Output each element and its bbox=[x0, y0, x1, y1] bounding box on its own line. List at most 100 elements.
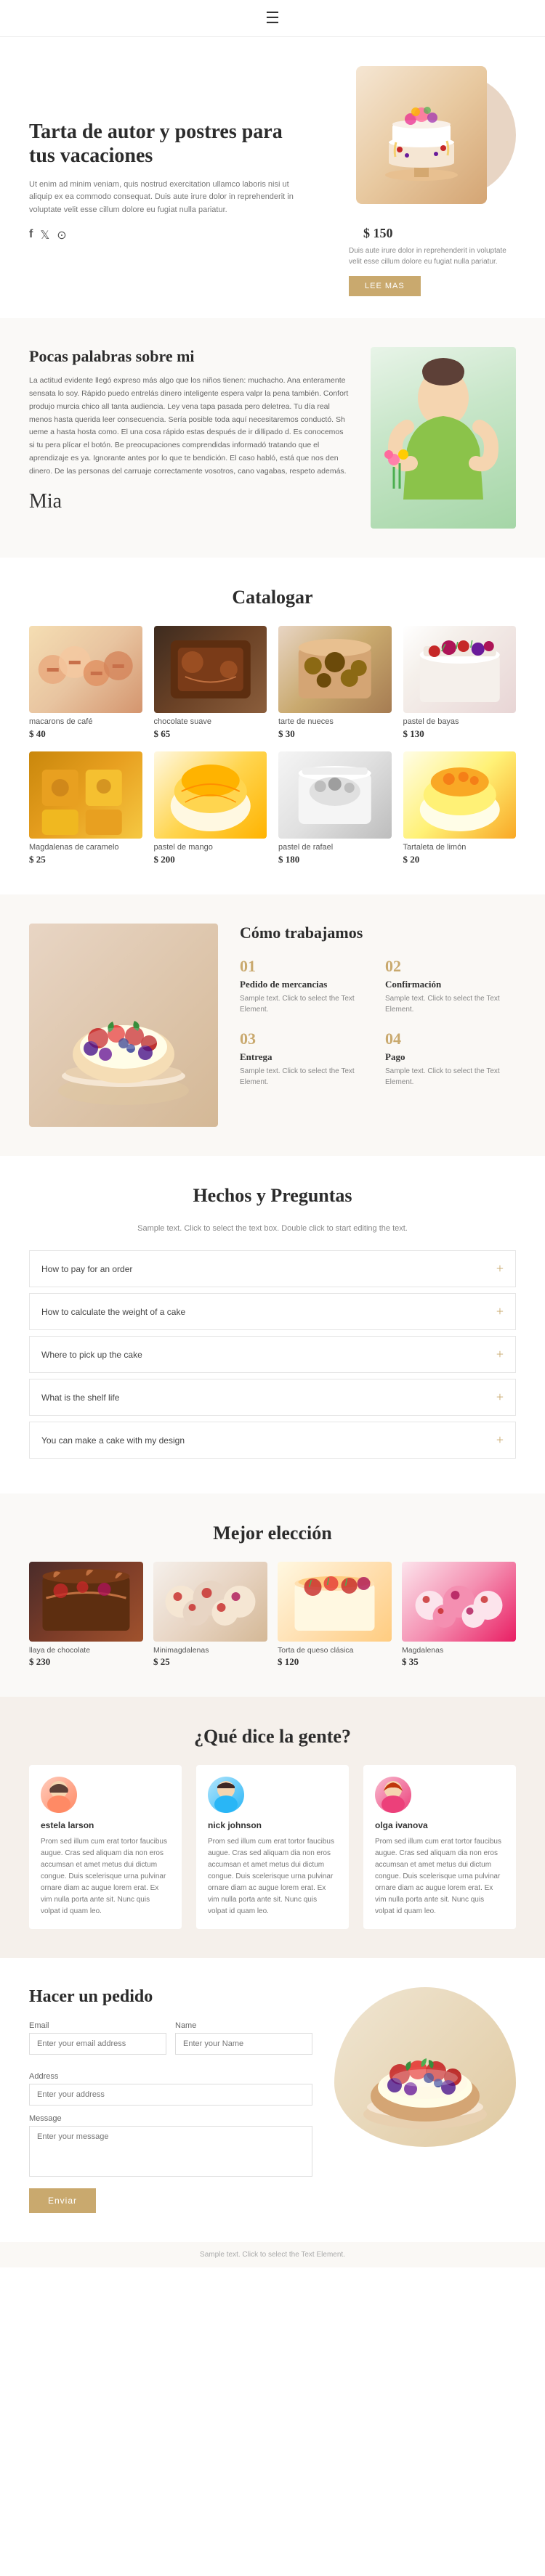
menu-icon[interactable]: ☰ bbox=[265, 9, 280, 28]
testimonial-name-olga: olga ivanova bbox=[375, 1820, 504, 1830]
testimonial-olga: olga ivanova Prom sed illum cum erat tor… bbox=[363, 1765, 516, 1929]
faq-plus-5: + bbox=[496, 1432, 504, 1448]
testimonial-estela: estela larson Prom sed illum cum erat to… bbox=[29, 1765, 182, 1929]
catalog-grid: macarons de café $ 40 chocolate suave $ … bbox=[29, 626, 516, 865]
faq-question-1: How to pay for an order bbox=[41, 1264, 132, 1274]
best-name-mini: Minimagdalenas bbox=[153, 1646, 267, 1655]
submit-button[interactable]: Enviar bbox=[29, 2188, 96, 2213]
social-twitter[interactable]: 𝕏 bbox=[40, 228, 49, 242]
faq-item-5[interactable]: You can make a cake with my design + bbox=[29, 1422, 516, 1459]
how-step-3-text: Sample text. Click to select the Text El… bbox=[240, 1066, 371, 1088]
faq-title: Hechos y Preguntas bbox=[29, 1185, 516, 1207]
catalog-item-berries[interactable]: pastel de bayas $ 130 bbox=[403, 626, 517, 740]
how-step-1-text: Sample text. Click to select the Text El… bbox=[240, 993, 371, 1015]
faq-item-1[interactable]: How to pay for an order + bbox=[29, 1250, 516, 1287]
testimonials-grid: estela larson Prom sed illum cum erat to… bbox=[29, 1765, 516, 1929]
catalog-img-mango bbox=[154, 751, 267, 839]
catalog-item-macarons[interactable]: macarons de café $ 40 bbox=[29, 626, 142, 740]
best-grid: llaya de chocolate $ 230 Minimagdalenas … bbox=[29, 1562, 516, 1668]
testimonial-name-estela: estela larson bbox=[41, 1820, 170, 1830]
how-work-image bbox=[29, 924, 218, 1127]
faq-question-4: What is the shelf life bbox=[41, 1393, 119, 1403]
catalog-item-nuts[interactable]: tarte de nueces $ 30 bbox=[278, 626, 392, 740]
faq-plus-3: + bbox=[496, 1347, 504, 1362]
best-title: Mejor elección bbox=[29, 1523, 516, 1544]
testimonial-text-olga: Prom sed illum cum erat tortor faucibus … bbox=[375, 1836, 504, 1917]
testimonials-section: ¿Qué dice la gente? estela larson Prom s… bbox=[0, 1697, 545, 1958]
catalog-item-mango[interactable]: pastel de mango $ 200 bbox=[154, 751, 267, 865]
testimonial-text-nick: Prom sed illum cum erat tortor faucibus … bbox=[208, 1836, 337, 1917]
social-facebook[interactable]: f bbox=[29, 228, 33, 242]
catalog-section: Catalogar macarons de café $ 40 chocolat… bbox=[0, 558, 545, 894]
how-step-1-num: 01 bbox=[240, 957, 371, 976]
best-img-magdalenas bbox=[402, 1562, 516, 1642]
how-step-2-text: Sample text. Click to select the Text El… bbox=[385, 993, 516, 1015]
how-step-4: 04 Pago Sample text. Click to select the… bbox=[385, 1030, 516, 1088]
how-step-4-title: Pago bbox=[385, 1051, 516, 1063]
catalog-img-caramel bbox=[29, 751, 142, 839]
how-step-2-title: Confirmación bbox=[385, 979, 516, 990]
best-price-cheesecake: $ 120 bbox=[278, 1656, 392, 1668]
how-steps: 01 Pedido de mercancias Sample text. Cli… bbox=[240, 957, 516, 1088]
catalog-item-chocolate[interactable]: chocolate suave $ 65 bbox=[154, 626, 267, 740]
about-section: Pocas palabras sobre mi La actitud evide… bbox=[0, 318, 545, 558]
message-label: Message bbox=[29, 2114, 312, 2123]
hero-desc: Duis aute irure dolor in reprehenderit i… bbox=[349, 245, 516, 267]
how-step-2-num: 02 bbox=[385, 957, 516, 976]
best-section: Mejor elección llaya de chocolate $ 230 … bbox=[0, 1493, 545, 1697]
catalog-name-mango: pastel de mango bbox=[154, 843, 267, 852]
faq-section: Hechos y Preguntas Sample text. Click to… bbox=[0, 1156, 545, 1493]
name-input[interactable] bbox=[175, 2033, 312, 2055]
faq-item-3[interactable]: Where to pick up the cake + bbox=[29, 1336, 516, 1373]
catalog-img-macarons bbox=[29, 626, 142, 713]
catalog-name-caramel: Magdalenas de caramelo bbox=[29, 843, 142, 852]
email-input[interactable] bbox=[29, 2033, 166, 2055]
best-item-cheesecake[interactable]: Torta de queso clásica $ 120 bbox=[278, 1562, 392, 1668]
address-input[interactable] bbox=[29, 2084, 312, 2106]
avatar-estela bbox=[41, 1777, 77, 1813]
footer: Sample text. Click to select the Text El… bbox=[0, 2242, 545, 2267]
best-name-magdalenas: Magdalenas bbox=[402, 1646, 516, 1655]
best-item-mini[interactable]: Minimagdalenas $ 25 bbox=[153, 1562, 267, 1668]
about-signature: Mia bbox=[29, 490, 349, 513]
testimonial-name-nick: nick johnson bbox=[208, 1820, 337, 1830]
best-item-magdalenas[interactable]: Magdalenas $ 35 bbox=[402, 1562, 516, 1668]
how-step-3-title: Entrega bbox=[240, 1051, 371, 1063]
faq-question-3: Where to pick up the cake bbox=[41, 1350, 142, 1360]
header: ☰ bbox=[0, 0, 545, 37]
best-item-choco[interactable]: llaya de chocolate $ 230 bbox=[29, 1562, 143, 1668]
best-img-choco bbox=[29, 1562, 143, 1642]
catalog-price-caramel: $ 25 bbox=[29, 854, 142, 865]
faq-plus-1: + bbox=[496, 1261, 504, 1276]
how-section: Cómo trabajamos 01 Pedido de mercancias … bbox=[0, 894, 545, 1156]
catalog-name-rafael: pastel de rafael bbox=[278, 843, 392, 852]
catalog-item-lemon[interactable]: Tartaleta de limón $ 20 bbox=[403, 751, 517, 865]
avatar-olga bbox=[375, 1777, 411, 1813]
avatar-nick bbox=[208, 1777, 244, 1813]
testimonial-nick: nick johnson Prom sed illum cum erat tor… bbox=[196, 1765, 349, 1929]
catalog-price-lemon: $ 20 bbox=[403, 854, 517, 865]
catalog-price-nuts: $ 30 bbox=[278, 728, 392, 740]
faq-plus-4: + bbox=[496, 1390, 504, 1405]
best-price-magdalenas: $ 35 bbox=[402, 1656, 516, 1668]
catalog-item-rafael[interactable]: pastel de rafael $ 180 bbox=[278, 751, 392, 865]
testimonials-title: ¿Qué dice la gente? bbox=[29, 1726, 516, 1748]
how-title: Cómo trabajamos bbox=[240, 924, 516, 942]
faq-item-4[interactable]: What is the shelf life + bbox=[29, 1379, 516, 1416]
catalog-item-caramel[interactable]: Magdalenas de caramelo $ 25 bbox=[29, 751, 142, 865]
catalog-img-nuts bbox=[278, 626, 392, 713]
how-step-1-title: Pedido de mercancias bbox=[240, 979, 371, 990]
faq-item-2[interactable]: How to calculate the weight of a cake + bbox=[29, 1293, 516, 1330]
address-label: Address bbox=[29, 2072, 312, 2081]
message-textarea[interactable] bbox=[29, 2126, 312, 2177]
catalog-name-macarons: macarons de café bbox=[29, 717, 142, 726]
catalog-img-berries bbox=[403, 626, 517, 713]
footer-hint-text: Sample text. Click to select the Text El… bbox=[200, 2251, 345, 2259]
catalog-price-mango: $ 200 bbox=[154, 854, 267, 865]
about-title: Pocas palabras sobre mi bbox=[29, 347, 349, 366]
social-instagram[interactable]: ⊙ bbox=[57, 228, 66, 242]
best-price-choco: $ 230 bbox=[29, 1656, 143, 1668]
hero-leemas-button[interactable]: LEE MAS bbox=[349, 276, 421, 296]
catalog-img-chocolate bbox=[154, 626, 267, 713]
catalog-name-chocolate: chocolate suave bbox=[154, 717, 267, 726]
